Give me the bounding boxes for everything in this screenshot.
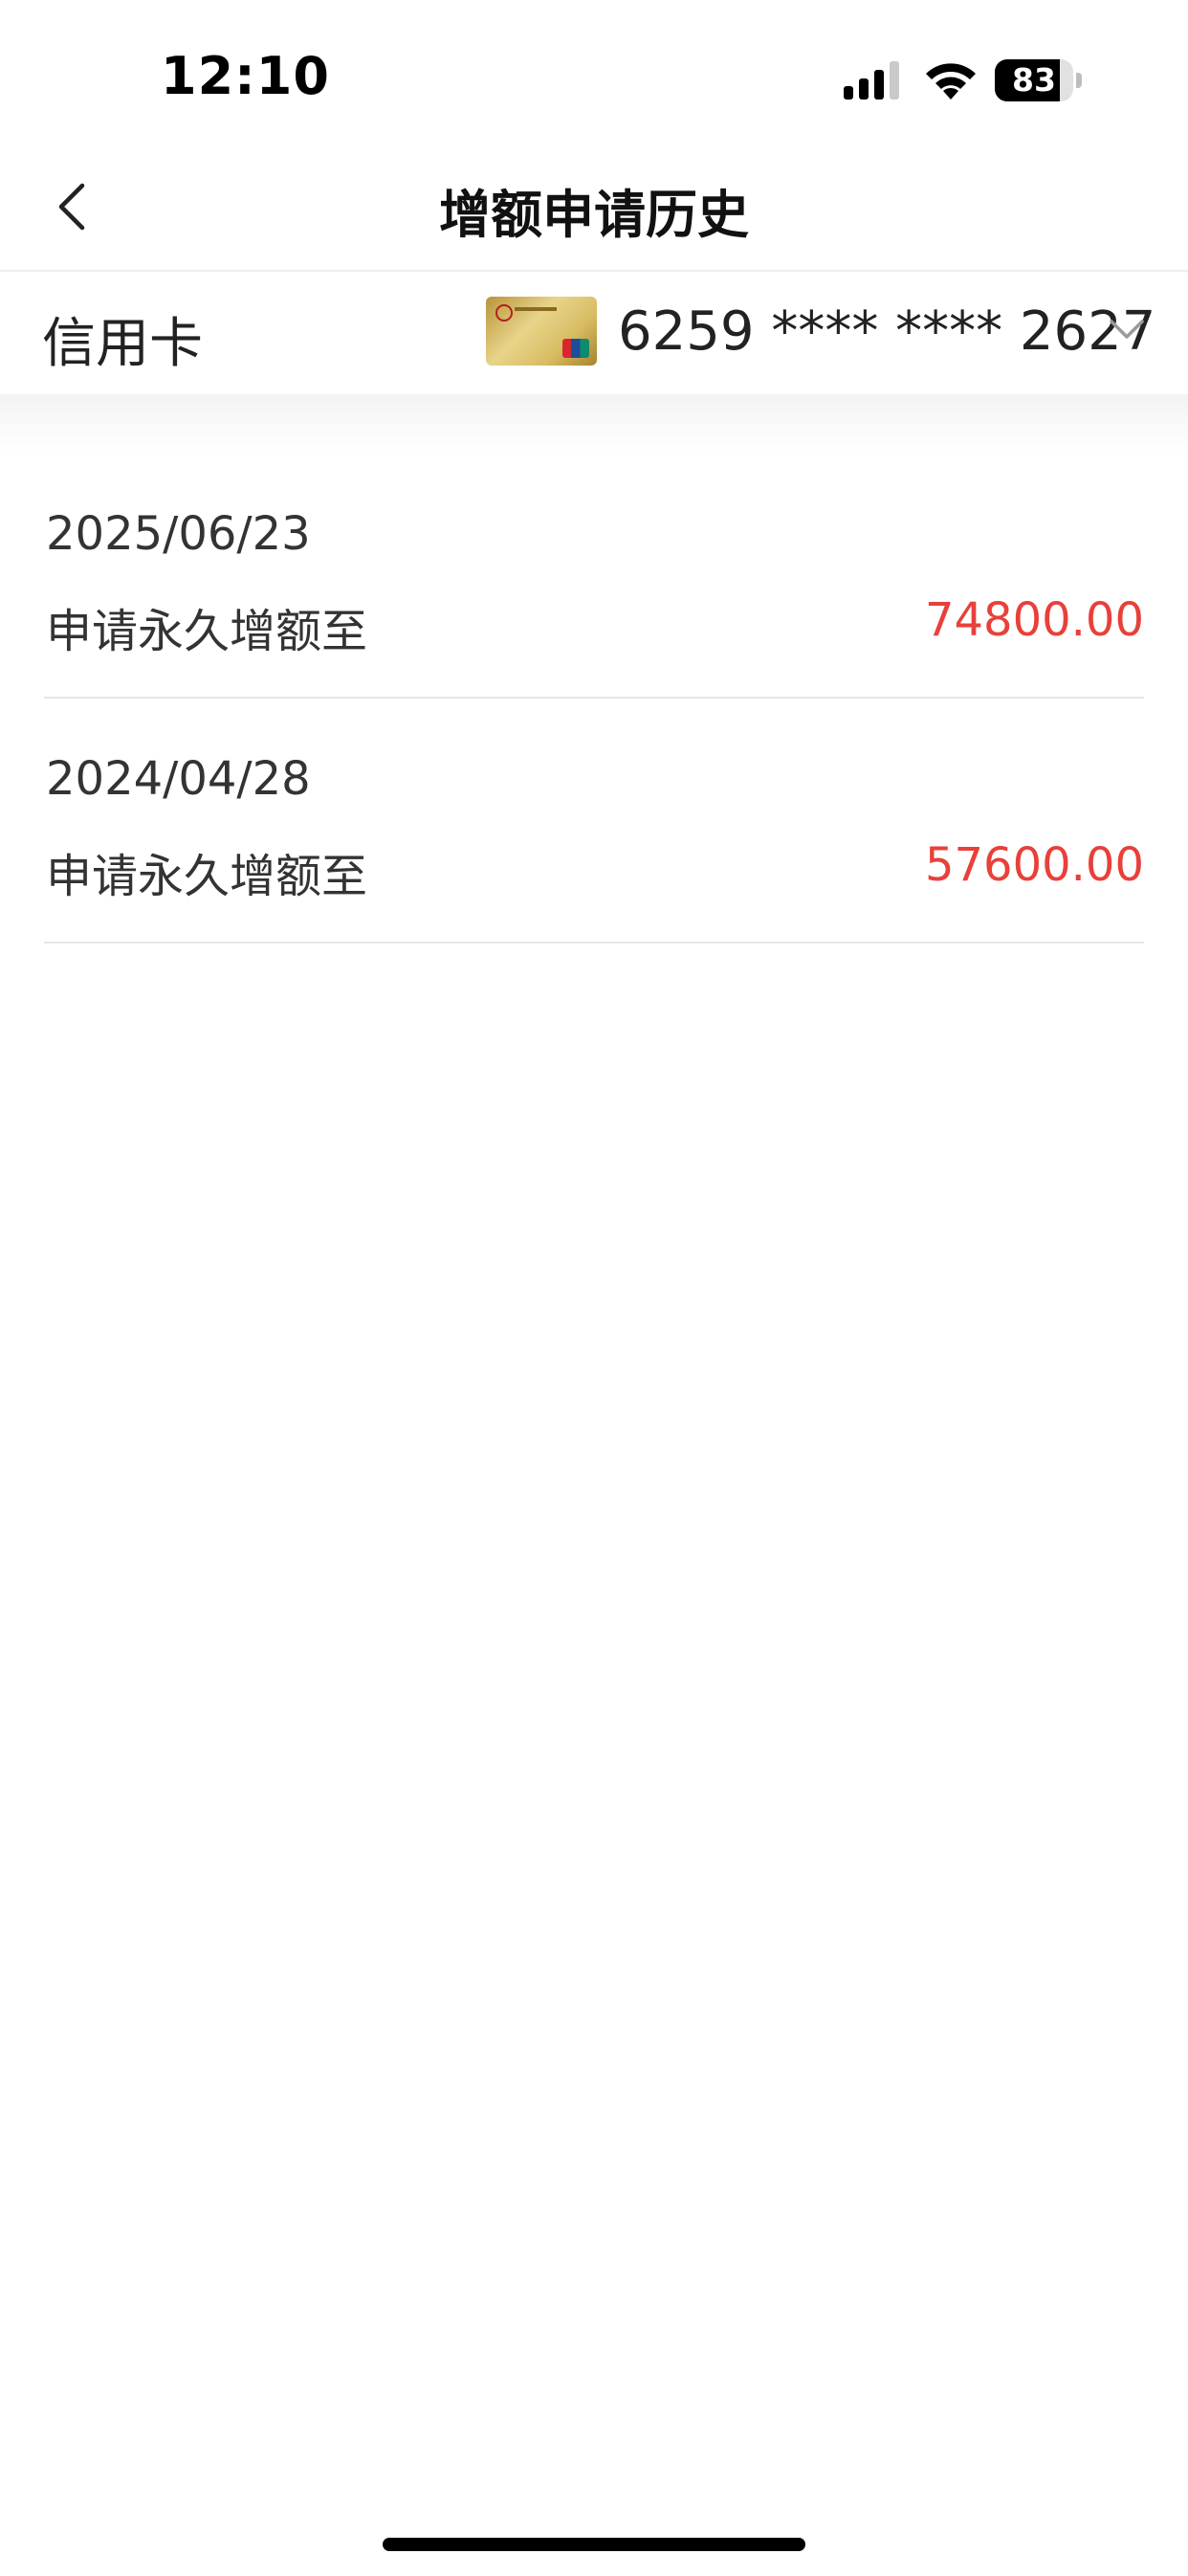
card-type-label: 信用卡 bbox=[42, 313, 203, 375]
wifi-icon bbox=[926, 63, 976, 100]
chevron-down-icon[interactable] bbox=[1108, 316, 1146, 344]
section-divider bbox=[0, 394, 1188, 454]
card-selector[interactable]: 信用卡 6259 **** **** 2627 bbox=[0, 272, 1188, 394]
history-date: 2025/06/23 bbox=[46, 507, 311, 561]
card-number: 6259 **** **** 2627 bbox=[618, 300, 1156, 363]
history-description: 申请永久增额至 bbox=[46, 605, 368, 658]
battery-level: 83 bbox=[1012, 61, 1056, 99]
status-time: 12:10 bbox=[161, 46, 330, 106]
page-title: 增额申请历史 bbox=[439, 185, 749, 245]
status-bar: 12:10 83 bbox=[0, 0, 1188, 144]
history-list: 2025/06/23 申请永久增额至 74800.00 2024/04/28 申… bbox=[0, 454, 1188, 944]
battery-indicator: 83 bbox=[995, 59, 1083, 101]
bank-logo-icon bbox=[495, 304, 513, 322]
unionpay-logo-icon bbox=[562, 339, 589, 358]
history-description: 申请永久增额至 bbox=[46, 850, 368, 903]
battery-cap bbox=[1076, 73, 1082, 88]
gold-credit-card-icon bbox=[486, 297, 597, 366]
navigation-bar: 增额申请历史 bbox=[0, 144, 1188, 272]
list-item[interactable]: 2025/06/23 申请永久增额至 74800.00 bbox=[44, 454, 1144, 699]
battery-icon: 83 bbox=[995, 59, 1073, 101]
bank-name-mark bbox=[515, 307, 557, 311]
cellular-signal-icon bbox=[844, 61, 899, 100]
home-indicator[interactable] bbox=[383, 2538, 805, 2551]
history-date: 2024/04/28 bbox=[46, 752, 311, 806]
history-amount: 57600.00 bbox=[924, 838, 1144, 892]
history-amount: 74800.00 bbox=[924, 593, 1144, 647]
list-item[interactable]: 2024/04/28 申请永久增额至 57600.00 bbox=[44, 699, 1144, 944]
